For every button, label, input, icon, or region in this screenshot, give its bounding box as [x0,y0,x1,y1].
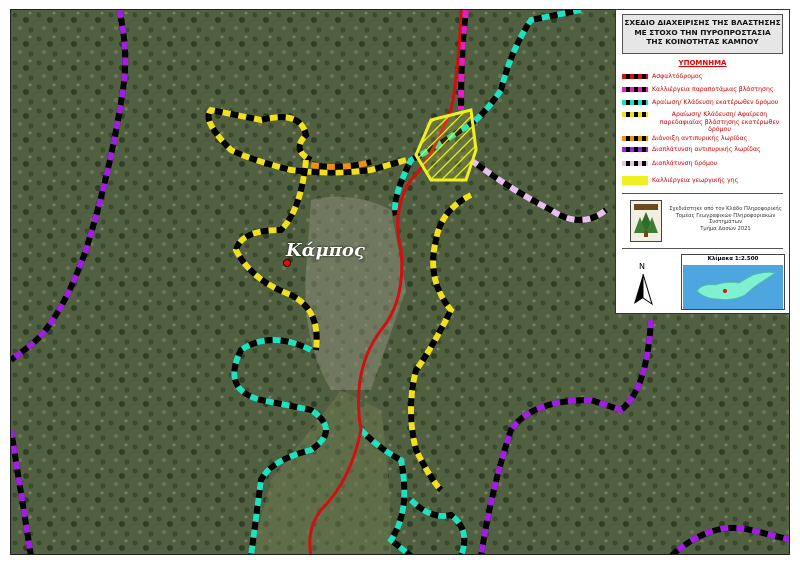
legend-label: Διαπλάτυνση αντιπυρικής λωρίδας [652,146,761,153]
legend-divider [622,248,783,249]
credit-line1: Σχεδιάστηκε από τον Κλάδο Πληροφορικής [669,206,782,212]
firebreak-opening-swatch [622,136,648,141]
agricultural-swatch [622,176,648,185]
legend-label: Καλλιέργεια παραποτάμιας βλάστησης [652,86,774,93]
understory-swatch [622,112,648,117]
legend-label: Αραίωση/ Κλάδευση/ Αφαίρεση παρεδαφιαίας… [659,111,780,133]
scale-label: Κλίμακα 1:2.500 [707,256,759,262]
road-thinning-swatch [622,100,648,105]
legend-label: Διάνοιξη αντιπυρικής λωρίδας [652,135,748,142]
riverside-swatch [622,87,648,92]
firebreak-widening-swatch [622,147,648,152]
legend-label: Διαπλάτυνση δρόμου [652,160,718,167]
forestry-department-logo [630,200,662,242]
map-frame: Κάμπος ΣΧΕΔΙΟ ΔΙΑΧΕΙΡΙΣΗΣ ΤΗΣ ΒΛΑΣΤΗΣΗΣ … [0,0,800,564]
legend-label: Καλλιέργεια γεωργικής γης [652,177,739,184]
legend-heading: ΥΠΟΜΝΗΜΑ [678,59,727,67]
legend-title: ΣΧΕΔΙΟ ΔΙΑΧΕΙΡΙΣΗΣ ΤΗΣ ΒΛΑΣΤΗΣΗΣ ΜΕ ΣΤΟΧ… [622,14,783,54]
legend-label: Ασφαλτόδρομος [652,73,703,80]
legend-panel: ΣΧΕΔΙΟ ΔΙΑΧΕΙΡΙΣΗΣ ΤΗΣ ΒΛΑΣΤΗΣΗΣ ΜΕ ΣΤΟΧ… [615,9,790,314]
legend-title-line2: ΜΕ ΣΤΟΧΟ ΤΗΝ ΠΥΡΟΠΡΟΣΤΑΣΙΑ [634,27,771,37]
asphalt-swatch [622,74,648,79]
cyprus-inset-map [683,265,783,309]
legend-label: Αραίωση/ Κλάδευση εκατέρωθεν δρόμου [652,99,779,106]
scale-and-inset: Κλίμακα 1:2.500 [681,254,785,310]
north-arrow-icon: N [628,260,658,308]
legend-divider [622,193,783,194]
legend-title-line1: ΣΧΕΔΙΟ ΔΙΑΧΕΙΡΙΣΗΣ ΤΗΣ ΒΛΑΣΤΗΣΗΣ [624,18,781,27]
road-widening-swatch [622,161,648,166]
north-label: N [639,262,645,271]
legend-credit: Σχεδιάστηκε από τον Κλάδο Πληροφορικής Τ… [668,206,783,232]
village-label: Κάμπος [286,240,365,261]
legend-title-line3: ΤΗΣ ΚΟΙΝΟΤΗΤΑΣ ΚΑΜΠΟΥ [646,37,759,46]
credit-line3: Τμήμα Δασών 2021 [700,225,751,232]
credit-line2: Τομέας Γεωγραφικών Πληροφοριακών Συστημά… [675,212,776,226]
